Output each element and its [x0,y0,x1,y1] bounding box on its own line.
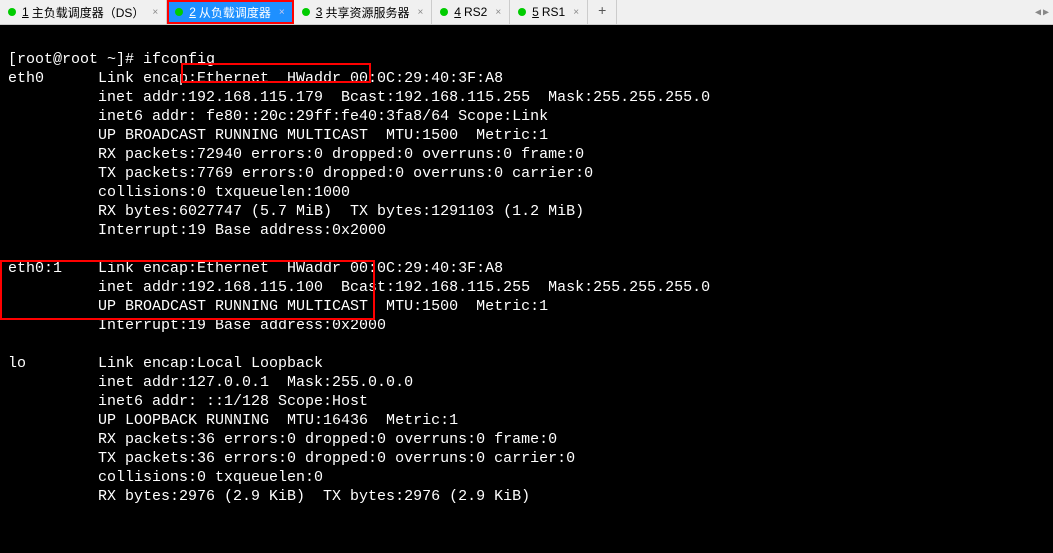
prompt-line: [root@root ~]# ifconfig [8,51,215,68]
tab-number: 2 [189,5,196,19]
tab-label: 共享资源服务器 [325,4,409,21]
eth01-line: inet addr:192.168.115.100 Bcast:192.168.… [8,279,710,296]
eth01-line: eth0:1 Link encap:Ethernet HWaddr 00:0C:… [8,260,521,277]
lo-line: RX bytes:2976 (2.9 KiB) TX bytes:2976 (2… [8,488,530,505]
tab-2[interactable]: 2 从负载调度器 × [167,0,294,24]
tab-number: 3 [316,5,323,19]
status-dot-icon [8,8,16,16]
eth0-line: Interrupt:19 Base address:0x2000 [8,222,395,239]
terminal-output[interactable]: [root@root ~]# ifconfig eth0 Link encap:… [0,25,1053,550]
lo-line: UP LOOPBACK RUNNING MTU:16436 Metric:1 [8,412,458,429]
eth0-line: eth0 Link encap:Ethernet HWaddr 00:0C:29… [8,70,521,87]
eth0-line: collisions:0 txqueuelen:1000 [8,184,359,201]
plus-icon: + [598,4,606,20]
tab-number: 5 [532,5,539,19]
eth01-line: UP BROADCAST RUNNING MULTICAST MTU:1500 … [8,298,548,315]
tab-1[interactable]: 1 主负载调度器（DS） × [0,0,167,24]
close-icon[interactable]: × [152,7,158,18]
tab-4[interactable]: 4 RS2 × [432,0,510,24]
tab-number: 1 [22,5,29,19]
tab-label: RS2 [464,5,487,19]
close-icon[interactable]: × [279,7,285,18]
lo-line: inet6 addr: ::1/128 Scope:Host [8,393,368,410]
tab-5[interactable]: 5 RS1 × [510,0,588,24]
eth0-line: RX bytes:6027747 (5.7 MiB) TX bytes:1291… [8,203,584,220]
status-dot-icon [175,8,183,16]
tab-label: 主负载调度器（DS） [32,4,145,21]
chevron-right-icon[interactable]: ▶ [1043,7,1049,19]
close-icon[interactable]: × [417,7,423,18]
eth0-line: inet6 addr: fe80::20c:29ff:fe40:3fa8/64 … [8,108,548,125]
lo-line: collisions:0 txqueuelen:0 [8,469,332,486]
status-dot-icon [518,8,526,16]
eth01-line: Interrupt:19 Base address:0x2000 [8,317,395,334]
status-dot-icon [440,8,448,16]
eth0-line: UP BROADCAST RUNNING MULTICAST MTU:1500 … [8,127,548,144]
lo-line: lo Link encap:Local Loopback [8,355,341,372]
add-tab-button[interactable]: + [588,0,617,24]
chevron-left-icon[interactable]: ◀ [1035,7,1041,19]
tab-label: RS1 [542,5,565,19]
lo-line: TX packets:36 errors:0 dropped:0 overrun… [8,450,575,467]
close-icon[interactable]: × [495,7,501,18]
tab-number: 4 [454,5,461,19]
eth0-line: RX packets:72940 errors:0 dropped:0 over… [8,146,584,163]
lo-line: RX packets:36 errors:0 dropped:0 overrun… [8,431,557,448]
status-dot-icon [302,8,310,16]
eth0-line: inet addr:192.168.115.179 Bcast:192.168.… [8,89,710,106]
tab-label: 从负载调度器 [199,4,271,21]
lo-line: inet addr:127.0.0.1 Mask:255.0.0.0 [8,374,413,391]
tab-nav-arrows[interactable]: ◀ ▶ [1035,0,1049,25]
tab-bar: 1 主负载调度器（DS） × 2 从负载调度器 × 3 共享资源服务器 × 4 … [0,0,1053,25]
eth0-line: TX packets:7769 errors:0 dropped:0 overr… [8,165,593,182]
tab-3[interactable]: 3 共享资源服务器 × [294,0,433,24]
close-icon[interactable]: × [573,7,579,18]
